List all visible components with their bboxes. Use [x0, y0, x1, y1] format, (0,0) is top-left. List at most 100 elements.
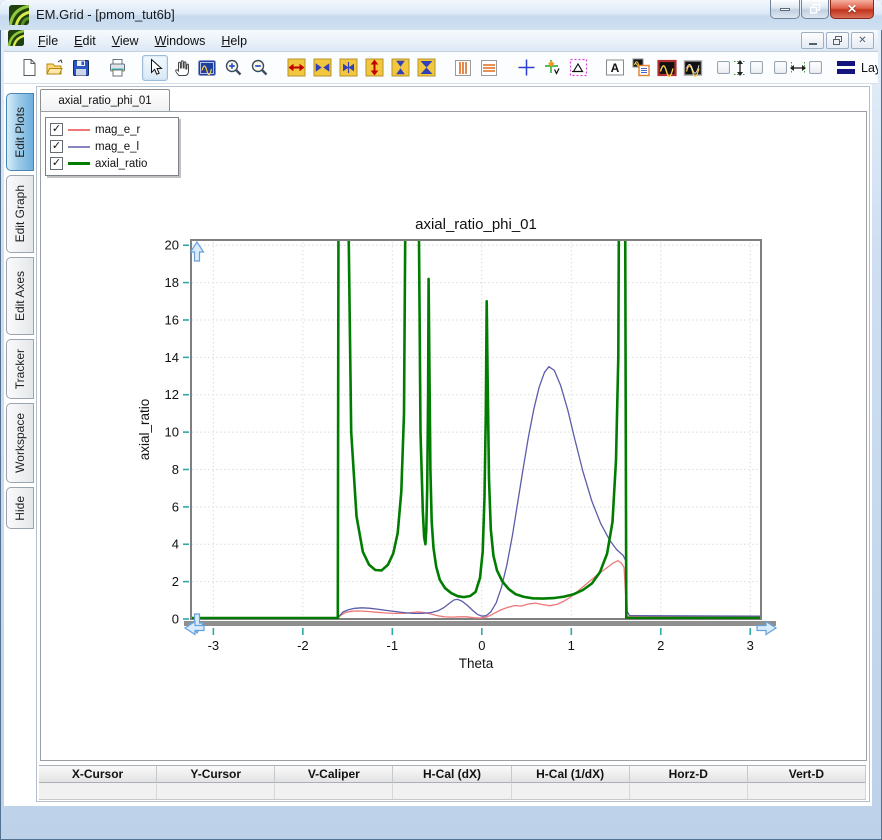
- sidebar-tab-tracker[interactable]: Tracker: [6, 339, 34, 399]
- pan-tool-button[interactable]: [168, 55, 194, 81]
- cross-cursor-button[interactable]: [513, 55, 539, 81]
- chart-plot-area[interactable]: [191, 240, 761, 619]
- horizontal-grid-lines-button[interactable]: [476, 55, 502, 81]
- plot-document-tab[interactable]: axial_ratio_phi_01: [40, 89, 170, 111]
- close-icon: ✕: [847, 2, 857, 16]
- vertical-grid-lines-icon: [454, 59, 472, 77]
- workspace-area: Edit Plots Edit Graph Edit Axes Tracker Work…: [4, 84, 872, 806]
- sidebar-tab-hide[interactable]: Hide: [6, 487, 34, 529]
- status-header-y-cursor: Y-Cursor: [157, 766, 275, 783]
- mdi-minimize-button[interactable]: [801, 32, 824, 49]
- plot-frame-icon: [657, 59, 677, 77]
- sidebar-tab-label: Edit Axes: [13, 271, 27, 321]
- plot-with-list-button[interactable]: [628, 55, 654, 81]
- legend-line-sample: [68, 129, 90, 131]
- shrink-x-button[interactable]: [309, 55, 335, 81]
- shrink-x-icon: [313, 58, 332, 77]
- toolbar: A Layout: [4, 52, 878, 84]
- lock-x-right-checkbox[interactable]: [809, 61, 822, 74]
- legend-checkbox-axial_ratio[interactable]: ✓: [50, 157, 63, 170]
- tracker-cursor-icon: [543, 58, 562, 77]
- status-header-horz-d: Horz-D: [630, 766, 748, 783]
- caliper-icon: [569, 58, 588, 77]
- mdi-child-window: axial_ratio_phi_01 ✓mag_e_r✓mag_e_l✓axia…: [36, 86, 870, 802]
- layout-icon: [837, 61, 855, 74]
- sidebar-tab-workspace[interactable]: Workspace: [6, 403, 34, 483]
- x-tick-label: 3: [747, 638, 754, 653]
- open-file-icon: [45, 59, 65, 77]
- menu-edit[interactable]: Edit: [66, 31, 104, 51]
- status-value: [748, 783, 866, 799]
- shrink-y-icon: [391, 58, 410, 77]
- plot-with-list-icon: [632, 58, 651, 77]
- save-button[interactable]: [68, 55, 94, 81]
- status-value: [512, 783, 630, 799]
- menu-view[interactable]: View: [104, 31, 147, 51]
- status-header-vert-d: Vert-D: [748, 766, 866, 783]
- caliper-button[interactable]: [565, 55, 591, 81]
- x-axis-bar: [184, 621, 776, 626]
- y-tick-label: 10: [165, 425, 179, 440]
- new-document-icon: [20, 58, 39, 77]
- shrink-x-alt-icon: [339, 58, 358, 77]
- zoom-in-button[interactable]: [220, 55, 246, 81]
- select-tool-button[interactable]: [142, 55, 168, 81]
- document-icon: [8, 30, 24, 51]
- layout-button[interactable]: Layout: [837, 61, 878, 75]
- sidebar-tab-edit-plots[interactable]: Edit Plots: [6, 93, 34, 171]
- shrink-x-alt-button[interactable]: [335, 55, 361, 81]
- lock-y-right-checkbox[interactable]: [750, 61, 763, 74]
- plot-overlay-icon: [683, 59, 703, 77]
- new-document-button[interactable]: [16, 55, 42, 81]
- sidebar-tab-edit-axes[interactable]: Edit Axes: [6, 257, 34, 335]
- lock-y-left-checkbox[interactable]: [717, 61, 730, 74]
- menu-file[interactable]: File: [30, 31, 66, 51]
- y-tick-label: 2: [172, 574, 179, 589]
- lock-x-scale-group: [774, 60, 822, 76]
- chart[interactable]: 02468101214161820-3-2-10123axial_ratio_p…: [41, 112, 866, 760]
- minimize-button[interactable]: [770, 0, 800, 19]
- vertical-grid-lines-button[interactable]: [450, 55, 476, 81]
- plot-overlay-button[interactable]: [680, 55, 706, 81]
- legend-checkbox-mag_e_l[interactable]: ✓: [50, 140, 63, 153]
- x-tick-label: -2: [297, 638, 309, 653]
- legend-line-sample: [68, 146, 90, 148]
- menu-windows[interactable]: Windows: [147, 31, 214, 51]
- text-label-button[interactable]: A: [602, 55, 628, 81]
- legend-checkbox-mag_e_r[interactable]: ✓: [50, 123, 63, 136]
- zoom-region-button[interactable]: [194, 55, 220, 81]
- shrink-y-alt-button[interactable]: [413, 55, 439, 81]
- lock-x-left-checkbox[interactable]: [774, 61, 787, 74]
- expand-y-icon: [365, 58, 384, 77]
- status-header-h-cal-dx-: H-Cal (dX): [393, 766, 511, 783]
- print-button[interactable]: [105, 55, 131, 81]
- horizontal-grid-lines-icon: [480, 59, 498, 77]
- expand-y-button[interactable]: [361, 55, 387, 81]
- close-button[interactable]: ✕: [830, 0, 874, 19]
- legend-row: ✓axial_ratio: [50, 155, 174, 172]
- x-tick-label: 1: [568, 638, 575, 653]
- plot-panel: ✓mag_e_r✓mag_e_l✓axial_ratio 02468101214…: [40, 111, 867, 761]
- sidebar-tab-label: Edit Plots: [13, 107, 27, 158]
- y-tick-label: 8: [172, 462, 179, 477]
- shrink-y-button[interactable]: [387, 55, 413, 81]
- restore-button[interactable]: [801, 0, 829, 19]
- tracker-cursor-button[interactable]: [539, 55, 565, 81]
- mdi-restore-icon: [833, 36, 843, 45]
- mdi-close-button[interactable]: ✕: [851, 32, 874, 49]
- menu-help[interactable]: Help: [213, 31, 255, 51]
- y-tick-label: 12: [165, 387, 179, 402]
- text-label-icon: A: [605, 58, 625, 77]
- zoom-out-button[interactable]: [246, 55, 272, 81]
- mdi-restore-button[interactable]: [826, 32, 849, 49]
- y-tick-label: 20: [165, 238, 179, 253]
- sidebar-tab-label: Tracker: [13, 349, 27, 389]
- x-axis-label: Theta: [459, 656, 494, 671]
- open-file-button[interactable]: [42, 55, 68, 81]
- x-scale-arrows-icon: [789, 60, 807, 76]
- status-header-v-caliper: V-Caliper: [275, 766, 393, 783]
- expand-x-button[interactable]: [283, 55, 309, 81]
- app-window: EM.Grid - [pmom_tut6b] ✕ FileEditViewWin…: [0, 0, 882, 840]
- sidebar-tab-edit-graph[interactable]: Edit Graph: [6, 175, 34, 253]
- plot-frame-button[interactable]: [654, 55, 680, 81]
